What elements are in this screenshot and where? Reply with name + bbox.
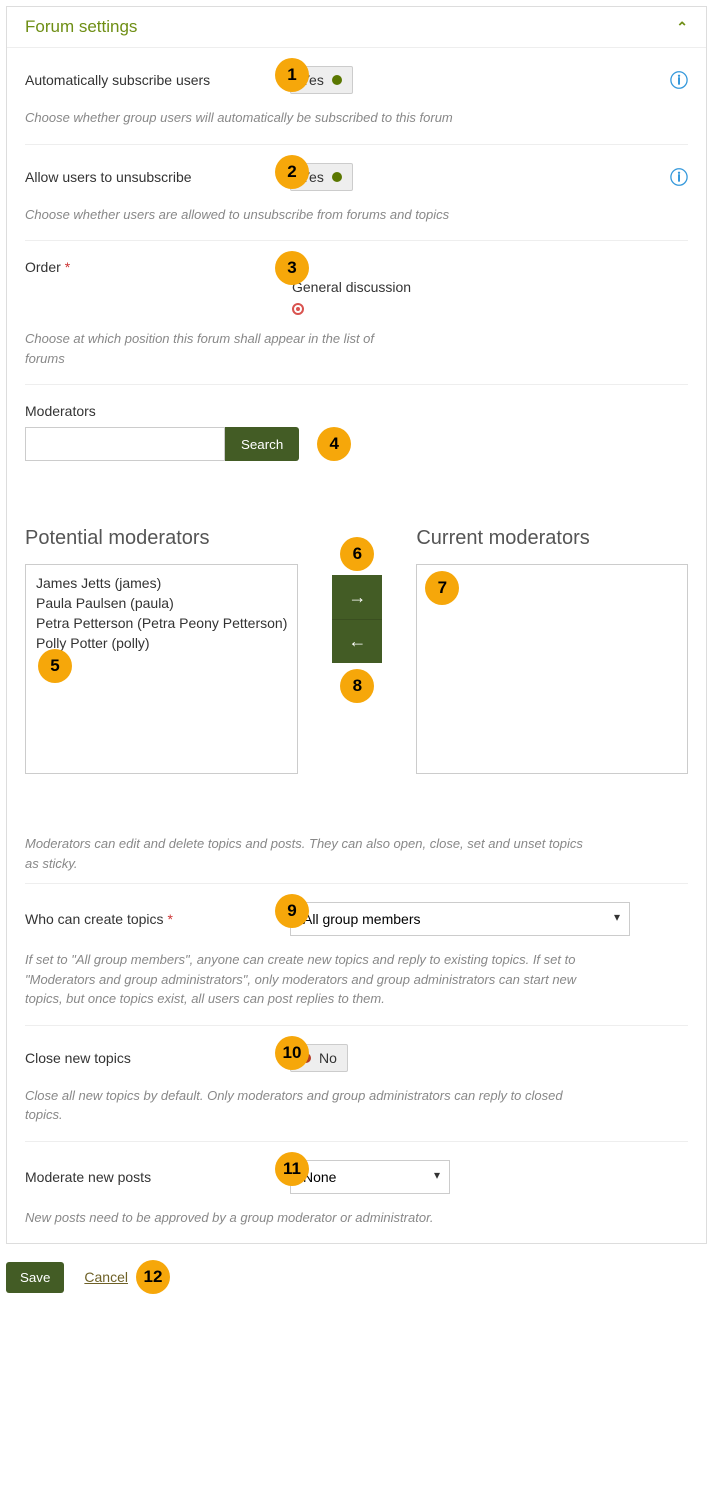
remove-moderator-button[interactable]: ← bbox=[332, 619, 382, 663]
info-icon[interactable]: ⓘ bbox=[670, 67, 688, 93]
callout-6: 6 bbox=[340, 537, 374, 571]
close-new-toggle[interactable]: No bbox=[290, 1044, 348, 1072]
toggle-label: Yes bbox=[301, 169, 324, 185]
toggle-on-icon bbox=[332, 172, 342, 182]
radio-off-icon bbox=[292, 259, 304, 271]
auto-subscribe-toggle[interactable]: Yes bbox=[290, 66, 353, 94]
moderate-new-label: Moderate new posts bbox=[25, 1169, 290, 1185]
callout-8: 8 bbox=[340, 669, 374, 703]
forum-settings-panel: Forum settings ⌃ Automatically subscribe… bbox=[6, 6, 707, 1244]
list-item[interactable]: Petra Petterson (Petra Peony Petterson) bbox=[36, 613, 287, 633]
moderate-new-desc: New posts need to be approved by a group… bbox=[25, 1208, 688, 1228]
add-moderator-button[interactable]: → bbox=[332, 575, 382, 619]
arrow-left-icon: ← bbox=[348, 631, 366, 652]
cancel-link[interactable]: Cancel bbox=[84, 1269, 128, 1285]
list-item[interactable]: James Jetts (james) bbox=[36, 573, 287, 593]
arrow-right-icon: → bbox=[348, 587, 366, 608]
potential-listbox[interactable]: James Jetts (james) Paula Paulsen (paula… bbox=[25, 564, 298, 774]
close-new-desc: Close all new topics by default. Only mo… bbox=[25, 1086, 585, 1125]
close-new-label: Close new topics bbox=[25, 1050, 290, 1066]
auto-subscribe-label: Automatically subscribe users bbox=[25, 72, 290, 88]
allow-unsub-desc: Choose whether users are allowed to unsu… bbox=[25, 205, 688, 225]
order-radio-top[interactable] bbox=[292, 259, 411, 271]
create-topics-select[interactable]: All group members bbox=[290, 902, 630, 936]
order-radio-selected[interactable] bbox=[292, 303, 411, 315]
allow-unsub-label: Allow users to unsubscribe bbox=[25, 169, 290, 185]
create-topics-desc: If set to "All group members", anyone ca… bbox=[25, 950, 605, 1009]
toggle-label: No bbox=[319, 1050, 337, 1066]
moderate-new-select[interactable]: None bbox=[290, 1160, 450, 1194]
radio-on-icon bbox=[292, 303, 304, 315]
current-header: Current moderators bbox=[416, 527, 688, 550]
moderators-search-input[interactable] bbox=[25, 427, 225, 461]
save-button[interactable]: Save bbox=[6, 1262, 64, 1293]
toggle-label: Yes bbox=[301, 72, 324, 88]
moderators-label: Moderators bbox=[25, 403, 290, 419]
toggle-on-icon bbox=[332, 75, 342, 85]
list-item[interactable]: Polly Potter (polly) bbox=[36, 633, 287, 653]
panel-title: Forum settings bbox=[25, 17, 137, 37]
create-topics-label: Who can create topics* bbox=[25, 911, 290, 927]
order-desc: Choose at which position this forum shal… bbox=[25, 329, 385, 368]
order-label: Order* bbox=[25, 259, 290, 275]
current-listbox[interactable]: 7 bbox=[416, 564, 688, 774]
info-icon[interactable]: ⓘ bbox=[670, 164, 688, 190]
allow-unsub-toggle[interactable]: Yes bbox=[290, 163, 353, 191]
panel-header[interactable]: Forum settings ⌃ bbox=[7, 7, 706, 48]
potential-header: Potential moderators bbox=[25, 527, 298, 550]
order-option-label: General discussion bbox=[292, 279, 411, 295]
chevron-up-icon: ⌃ bbox=[676, 19, 688, 36]
callout-4: 4 bbox=[317, 427, 351, 461]
callout-7: 7 bbox=[425, 571, 459, 605]
callout-5: 5 bbox=[38, 649, 72, 683]
search-button[interactable]: Search bbox=[225, 427, 299, 461]
moderators-desc: Moderators can edit and delete topics an… bbox=[25, 834, 585, 873]
callout-12: 12 bbox=[136, 1260, 170, 1294]
auto-subscribe-desc: Choose whether group users will automati… bbox=[25, 108, 688, 128]
toggle-off-icon bbox=[301, 1053, 311, 1063]
list-item[interactable]: Paula Paulsen (paula) bbox=[36, 593, 287, 613]
